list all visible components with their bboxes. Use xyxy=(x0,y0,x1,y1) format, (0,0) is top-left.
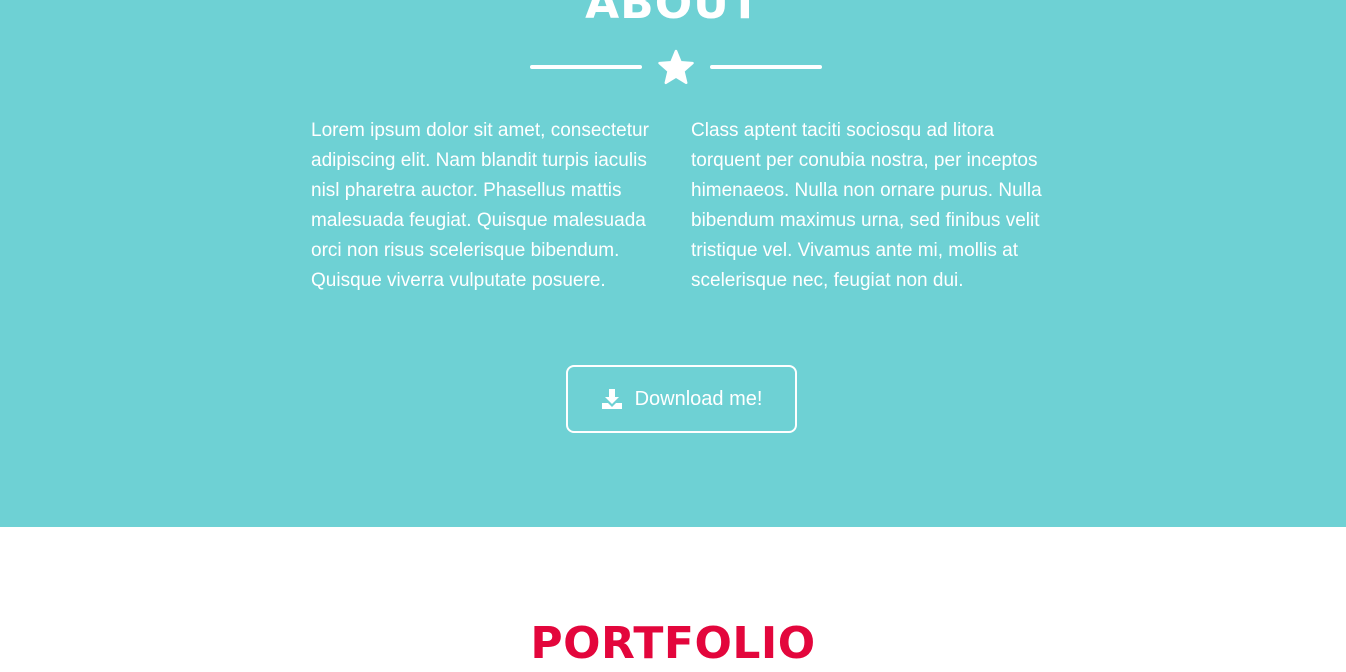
download-button[interactable]: Download me! xyxy=(566,365,797,433)
about-title: ABOUT xyxy=(585,0,761,29)
download-button-label: Download me! xyxy=(634,387,763,410)
download-icon xyxy=(601,389,622,409)
divider-line-right xyxy=(710,65,822,69)
star-icon xyxy=(658,49,694,85)
portfolio-title: PORTFOLIO xyxy=(530,618,816,669)
about-text-left: Lorem ipsum dolor sit amet, consectetur … xyxy=(311,120,649,291)
about-text-right: Class aptent taciti sociosqu ad litora t… xyxy=(691,120,1042,291)
about-section: ABOUT Lorem ipsum dolor sit amet, consec… xyxy=(0,0,1346,527)
divider-line-left xyxy=(530,65,642,69)
